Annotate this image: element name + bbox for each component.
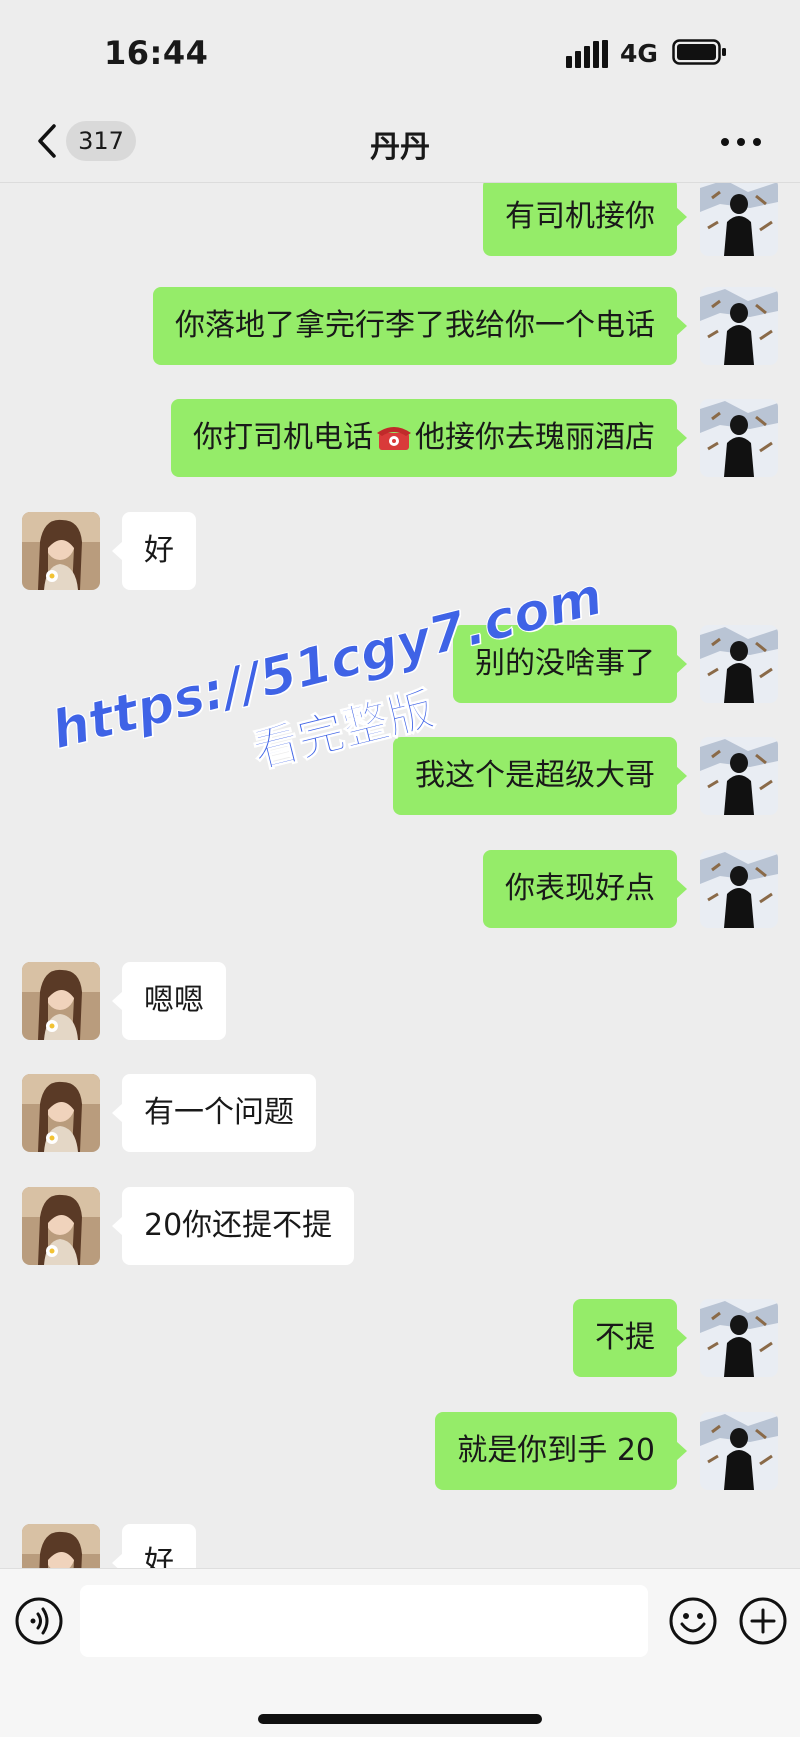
message-row: 不提 [0,1299,800,1379]
message-bubble[interactable]: 好 [112,512,196,590]
plus-icon[interactable] [738,1596,788,1646]
message-row: 你表现好点 [0,850,800,930]
message-bubble[interactable]: 好 [112,1524,196,1568]
message-text: 你打司机电话 [193,420,373,455]
message-bubble[interactable]: 你表现好点 [483,850,687,928]
message-bubble[interactable]: 20你还提不提 [111,1187,355,1265]
chat-header: 317 丹丹 [0,100,800,183]
battery-icon [672,39,726,65]
my-avatar[interactable] [700,1299,778,1377]
message-row: 嗯嗯 [0,962,800,1042]
message-row: 好 [0,512,800,592]
signal-bars-icon [566,40,608,68]
status-time: 16:44 [104,34,209,72]
message-row: 你落地了拿完行李了我给你一个电话 [0,287,800,367]
message-row: 你打司机电话 他接你去瑰丽酒店 [0,399,800,479]
network-type: 4G [620,39,658,68]
contact-avatar[interactable] [22,512,100,590]
message-row: 我这个是超级大哥 [0,737,800,817]
message-bubble[interactable]: 我这个是超级大哥 [393,737,687,815]
my-avatar[interactable] [700,1412,778,1490]
message-bubble[interactable]: 就是你到手 20 [435,1412,687,1490]
message-bubble[interactable]: 别的没啥事了 [453,625,687,703]
message-bubble[interactable]: 不提 [573,1299,687,1377]
contact-avatar[interactable] [22,962,100,1040]
input-bar [0,1568,800,1737]
message-row: 别的没啥事了 [0,625,800,705]
message-list[interactable]: 有司机接你 你落地了拿完行李了我给你一个电话 你打司机电话 他接你去瑰丽酒店 好 … [0,183,800,1568]
message-row: 有一个问题 [0,1074,800,1154]
my-avatar[interactable] [700,737,778,815]
message-input[interactable] [80,1585,648,1657]
my-avatar[interactable] [700,183,778,256]
message-bubble[interactable]: 嗯嗯 [112,962,226,1040]
chat-title: 丹丹 [370,130,430,165]
message-row: 有司机接你 [0,183,800,258]
message-row: 20你还提不提 [0,1187,800,1267]
more-dots-icon[interactable] [718,124,764,160]
emoji-icon[interactable] [668,1596,718,1646]
telephone-emoji-icon [377,427,411,450]
contact-avatar[interactable] [22,1524,100,1568]
message-row: 就是你到手 20 [0,1412,800,1492]
message-bubble[interactable]: 你打司机电话 他接你去瑰丽酒店 [171,399,687,477]
message-bubble[interactable]: 有一个问题 [112,1074,316,1152]
home-indicator[interactable] [258,1714,542,1724]
my-avatar[interactable] [700,399,778,477]
message-bubble[interactable]: 你落地了拿完行李了我给你一个电话 [153,287,687,365]
voice-icon[interactable] [14,1596,64,1646]
my-avatar[interactable] [700,850,778,928]
contact-avatar[interactable] [22,1187,100,1265]
my-avatar[interactable] [700,287,778,365]
message-bubble[interactable]: 有司机接你 [483,183,687,256]
message-row: 好 [0,1524,800,1568]
contact-avatar[interactable] [22,1074,100,1152]
status-bar: 16:44 4G [0,0,800,100]
my-avatar[interactable] [700,625,778,703]
message-text: 他接你去瑰丽酒店 [415,420,655,455]
